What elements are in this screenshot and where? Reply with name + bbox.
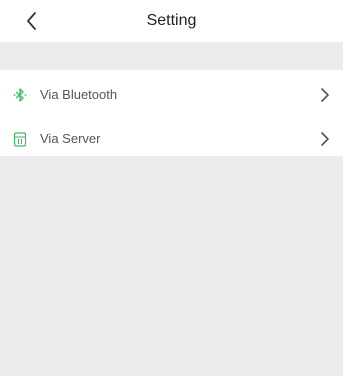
top-nav-bar: Setting	[0, 0, 343, 42]
chevron-right-icon	[317, 86, 333, 104]
page-title: Setting	[146, 12, 197, 29]
settings-item-bluetooth[interactable]: Via Bluetooth	[0, 74, 343, 116]
bluetooth-icon	[12, 87, 28, 103]
settings-item-label: Via Bluetooth	[40, 87, 118, 102]
settings-item-label: Via Server	[40, 131, 101, 146]
chevron-right-icon	[317, 130, 333, 148]
settings-item-server[interactable]: Via Server	[0, 118, 343, 160]
settings-list: Via Bluetooth Via Server	[0, 70, 343, 156]
empty-content-area	[0, 156, 343, 376]
section-spacer	[0, 42, 343, 70]
server-icon	[12, 131, 28, 147]
